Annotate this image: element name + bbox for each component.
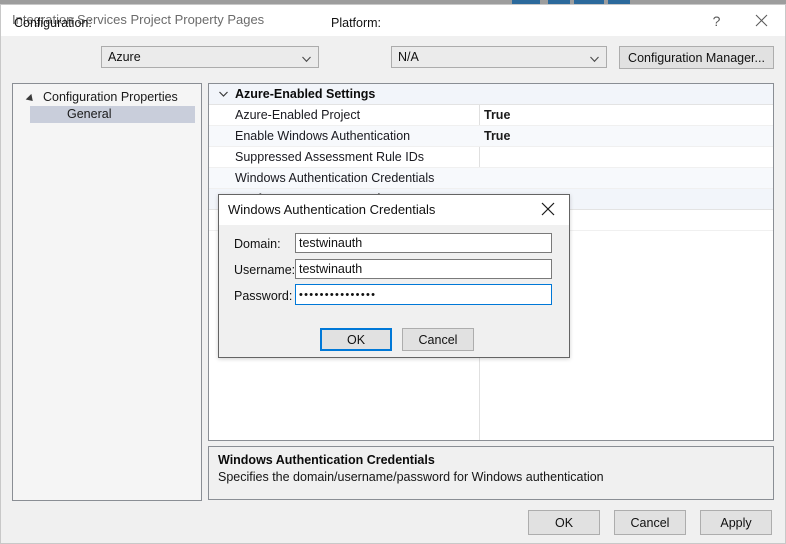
- chevron-down-icon: [590, 53, 599, 63]
- property-name: Suppressed Assessment Rule IDs: [235, 150, 424, 164]
- platform-label: Platform:: [331, 16, 382, 30]
- question-mark-icon: ?: [712, 12, 721, 29]
- username-label: Username:: [234, 263, 296, 277]
- tree-item-label: General: [67, 107, 112, 121]
- modal-cancel-button[interactable]: Cancel: [402, 328, 474, 351]
- description-title: Windows Authentication Credentials: [218, 453, 435, 467]
- apply-button[interactable]: Apply: [700, 510, 772, 535]
- username-input[interactable]: testwinauth: [295, 259, 552, 279]
- title-bar: Integration Services Project Property Pa…: [1, 5, 785, 36]
- property-row[interactable]: Suppressed Assessment Rule IDs: [209, 147, 773, 168]
- property-name: Enable Windows Authentication: [235, 129, 411, 143]
- password-input[interactable]: •••••••••••••••: [295, 284, 552, 305]
- tree-item-configuration-properties[interactable]: Configuration Properties: [13, 89, 201, 106]
- domain-input[interactable]: testwinauth: [295, 233, 552, 253]
- cancel-button-label: Cancel: [630, 515, 670, 530]
- property-pages-window: Integration Services Project Property Pa…: [0, 4, 786, 544]
- property-name: Azure-Enabled Project: [235, 108, 361, 122]
- configuration-label: Configuration:: [14, 16, 92, 30]
- ok-button-label: OK: [554, 515, 574, 530]
- configuration-dropdown[interactable]: Azure: [101, 46, 319, 68]
- property-category-row[interactable]: Azure-Enabled Settings: [209, 84, 773, 105]
- property-row[interactable]: Windows Authentication Credentials: [209, 168, 773, 189]
- property-description-panel: Windows Authentication Credentials Speci…: [208, 446, 774, 500]
- windows-authentication-credentials-dialog: Windows Authentication Credentials Domai…: [218, 194, 570, 358]
- modal-ok-label: OK: [346, 332, 366, 347]
- configuration-value: Azure: [108, 50, 141, 64]
- property-value[interactable]: True: [484, 105, 510, 125]
- property-value[interactable]: True: [484, 126, 510, 146]
- property-category-label: Azure-Enabled Settings: [235, 87, 376, 101]
- expander-triangle-icon[interactable]: [25, 93, 36, 104]
- tree-item-label: Configuration Properties: [43, 90, 178, 104]
- apply-button-label: Apply: [720, 515, 752, 530]
- modal-title: Windows Authentication Credentials: [228, 202, 436, 217]
- property-name: Windows Authentication Credentials: [235, 171, 435, 185]
- chevron-down-icon[interactable]: [219, 91, 228, 97]
- close-icon: [755, 14, 768, 27]
- chevron-down-icon: [302, 53, 311, 63]
- description-text: Specifies the domain/username/password f…: [218, 470, 604, 484]
- help-button[interactable]: ?: [694, 5, 739, 36]
- modal-ok-button[interactable]: OK: [320, 328, 392, 351]
- configuration-manager-button[interactable]: Configuration Manager...: [619, 46, 774, 69]
- domain-label: Domain:: [234, 237, 281, 251]
- platform-dropdown[interactable]: N/A: [391, 46, 607, 68]
- property-row[interactable]: Azure-Enabled Project True: [209, 105, 773, 126]
- modal-cancel-label: Cancel: [418, 332, 458, 347]
- password-label: Password:: [234, 289, 293, 303]
- modal-close-button[interactable]: [527, 195, 569, 225]
- close-icon: [541, 202, 555, 219]
- configuration-manager-label: Configuration Manager...: [628, 50, 765, 65]
- ok-button[interactable]: OK: [528, 510, 600, 535]
- close-window-button[interactable]: [739, 5, 784, 36]
- property-row[interactable]: Enable Windows Authentication True: [209, 126, 773, 147]
- configuration-tree-panel: Configuration Properties General: [12, 83, 202, 501]
- platform-value: N/A: [398, 50, 419, 64]
- cancel-button[interactable]: Cancel: [614, 510, 686, 535]
- tree-item-general[interactable]: General: [30, 106, 195, 123]
- modal-title-bar: Windows Authentication Credentials: [219, 195, 569, 225]
